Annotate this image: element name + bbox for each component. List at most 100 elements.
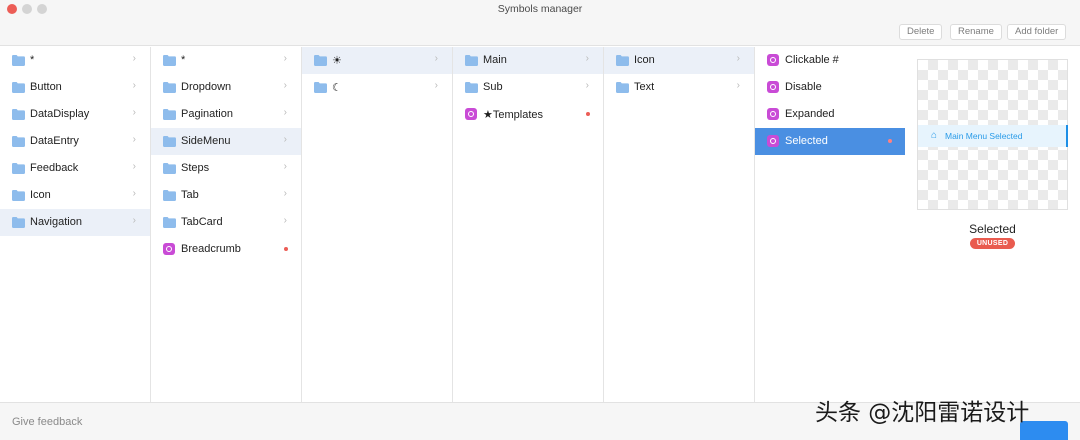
chevron-right-icon: › xyxy=(132,80,136,91)
chevron-right-icon: › xyxy=(736,80,740,91)
browser-column-1: * › Button › DataDisplay › DataEntry › Feedback ›… xyxy=(0,47,151,402)
folder-icon xyxy=(163,217,176,228)
row-label: * xyxy=(30,54,35,66)
browser-column-2: * › Dropdown › Pagination › SideMenu › Steps › Tab… xyxy=(151,47,302,402)
rename-button[interactable]: Rename xyxy=(950,24,1002,40)
folder-icon xyxy=(314,82,327,93)
chevron-right-icon: › xyxy=(132,53,136,64)
chevron-right-icon: › xyxy=(283,188,287,199)
row-label: Icon xyxy=(634,54,655,66)
row-label: Main xyxy=(483,54,507,66)
toolbar: Delete Rename Add folder xyxy=(0,18,1080,46)
symbol-icon xyxy=(163,243,175,255)
symbol-preview: ⌂ Main Menu Selected xyxy=(917,59,1068,210)
preview-menu-item-label: Main Menu Selected xyxy=(945,131,1023,141)
folder-row[interactable]: DataEntry › xyxy=(0,128,150,155)
chevron-right-icon: › xyxy=(434,53,438,64)
title-bar: Symbols manager xyxy=(0,0,1080,18)
preview-panel: ⌂ Main Menu Selected Selected UNUSED xyxy=(905,47,1080,402)
row-label: DataDisplay xyxy=(30,108,90,120)
row-label: SideMenu xyxy=(181,135,231,147)
chevron-right-icon: › xyxy=(283,80,287,91)
row-label: Text xyxy=(634,81,655,93)
symbol-icon xyxy=(767,108,779,120)
folder-row[interactable]: Sub › xyxy=(453,74,603,101)
folder-icon xyxy=(12,82,25,93)
chevron-right-icon: › xyxy=(132,161,136,172)
folder-icon xyxy=(163,109,176,120)
row-label: Selected xyxy=(785,135,828,147)
folder-icon xyxy=(314,55,327,66)
preview-symbol-name: Selected xyxy=(969,222,1016,236)
folder-row[interactable]: Icon › xyxy=(604,47,754,74)
row-label: Dropdown xyxy=(181,81,232,93)
folder-row[interactable]: * › xyxy=(151,47,301,74)
folder-row[interactable]: Main › xyxy=(453,47,603,74)
home-icon: ⌂ xyxy=(931,130,938,141)
add-folder-button[interactable]: Add folder xyxy=(1007,24,1067,40)
delete-button[interactable]: Delete xyxy=(899,24,943,40)
unused-indicator-dot xyxy=(586,112,590,116)
symbol-row[interactable]: Disable xyxy=(755,74,905,101)
symbol-row[interactable]: Selected xyxy=(755,128,905,155)
folder-row[interactable]: Steps › xyxy=(151,155,301,182)
folder-row[interactable]: ☾ › xyxy=(302,74,452,101)
browser-column-5: Icon › Text › xyxy=(604,47,755,402)
row-label: Disable xyxy=(785,81,822,93)
folder-row[interactable]: Navigation › xyxy=(0,209,150,236)
row-label: Steps xyxy=(181,162,210,174)
row-label: Expanded xyxy=(785,108,835,120)
folder-row[interactable]: Tab › xyxy=(151,182,301,209)
row-label: Sub xyxy=(483,81,503,93)
chevron-right-icon: › xyxy=(585,53,589,64)
folder-row[interactable]: Pagination › xyxy=(151,101,301,128)
symbol-icon xyxy=(767,81,779,93)
row-label: Tab xyxy=(181,189,199,201)
row-label: Pagination xyxy=(181,108,233,120)
folder-icon xyxy=(163,82,176,93)
chevron-right-icon: › xyxy=(283,107,287,118)
row-label: Breadcrumb xyxy=(181,243,241,255)
row-label: ★Templates xyxy=(483,109,543,121)
row-label: Clickable # xyxy=(785,54,839,66)
row-label: DataEntry xyxy=(30,135,79,147)
folder-row[interactable]: Icon › xyxy=(0,182,150,209)
folder-icon xyxy=(465,82,478,93)
folder-row[interactable]: * › xyxy=(0,47,150,74)
give-feedback-link[interactable]: Give feedback xyxy=(12,416,82,428)
chevron-right-icon: › xyxy=(132,215,136,226)
folder-row[interactable]: ☀ › xyxy=(302,47,452,74)
row-label: TabCard xyxy=(181,216,223,228)
folder-icon xyxy=(163,163,176,174)
chevron-right-icon: › xyxy=(132,107,136,118)
folder-icon xyxy=(12,109,25,120)
preview-menu-item: ⌂ Main Menu Selected xyxy=(918,125,1068,147)
folder-icon xyxy=(12,217,25,228)
folder-row[interactable]: SideMenu › xyxy=(151,128,301,155)
folder-icon xyxy=(465,55,478,66)
symbol-row[interactable]: Clickable # xyxy=(755,47,905,74)
symbol-row[interactable]: ★Templates xyxy=(453,101,603,128)
folder-row[interactable]: Text › xyxy=(604,74,754,101)
chevron-right-icon: › xyxy=(283,134,287,145)
chevron-right-icon: › xyxy=(283,161,287,172)
folder-icon xyxy=(163,136,176,147)
folder-icon xyxy=(12,136,25,147)
browser-column-3: ☀ › ☾ › xyxy=(302,47,453,402)
folder-row[interactable]: TabCard › xyxy=(151,209,301,236)
symbol-row[interactable]: Expanded xyxy=(755,101,905,128)
unused-indicator-dot xyxy=(888,139,892,143)
symbol-icon xyxy=(767,54,779,66)
folder-row[interactable]: Button › xyxy=(0,74,150,101)
chevron-right-icon: › xyxy=(736,53,740,64)
window-title: Symbols manager xyxy=(497,3,583,15)
symbol-row[interactable]: Breadcrumb xyxy=(151,236,301,263)
folder-icon xyxy=(12,190,25,201)
folder-row[interactable]: Dropdown › xyxy=(151,74,301,101)
chevron-right-icon: › xyxy=(283,53,287,64)
folder-row[interactable]: Feedback › xyxy=(0,155,150,182)
browser-column-4: Main › Sub › ★Templates xyxy=(453,47,604,402)
folder-row[interactable]: DataDisplay › xyxy=(0,101,150,128)
watermark: 头条 @沈阳雷诺设计 xyxy=(815,400,1030,426)
symbol-icon xyxy=(465,108,477,120)
